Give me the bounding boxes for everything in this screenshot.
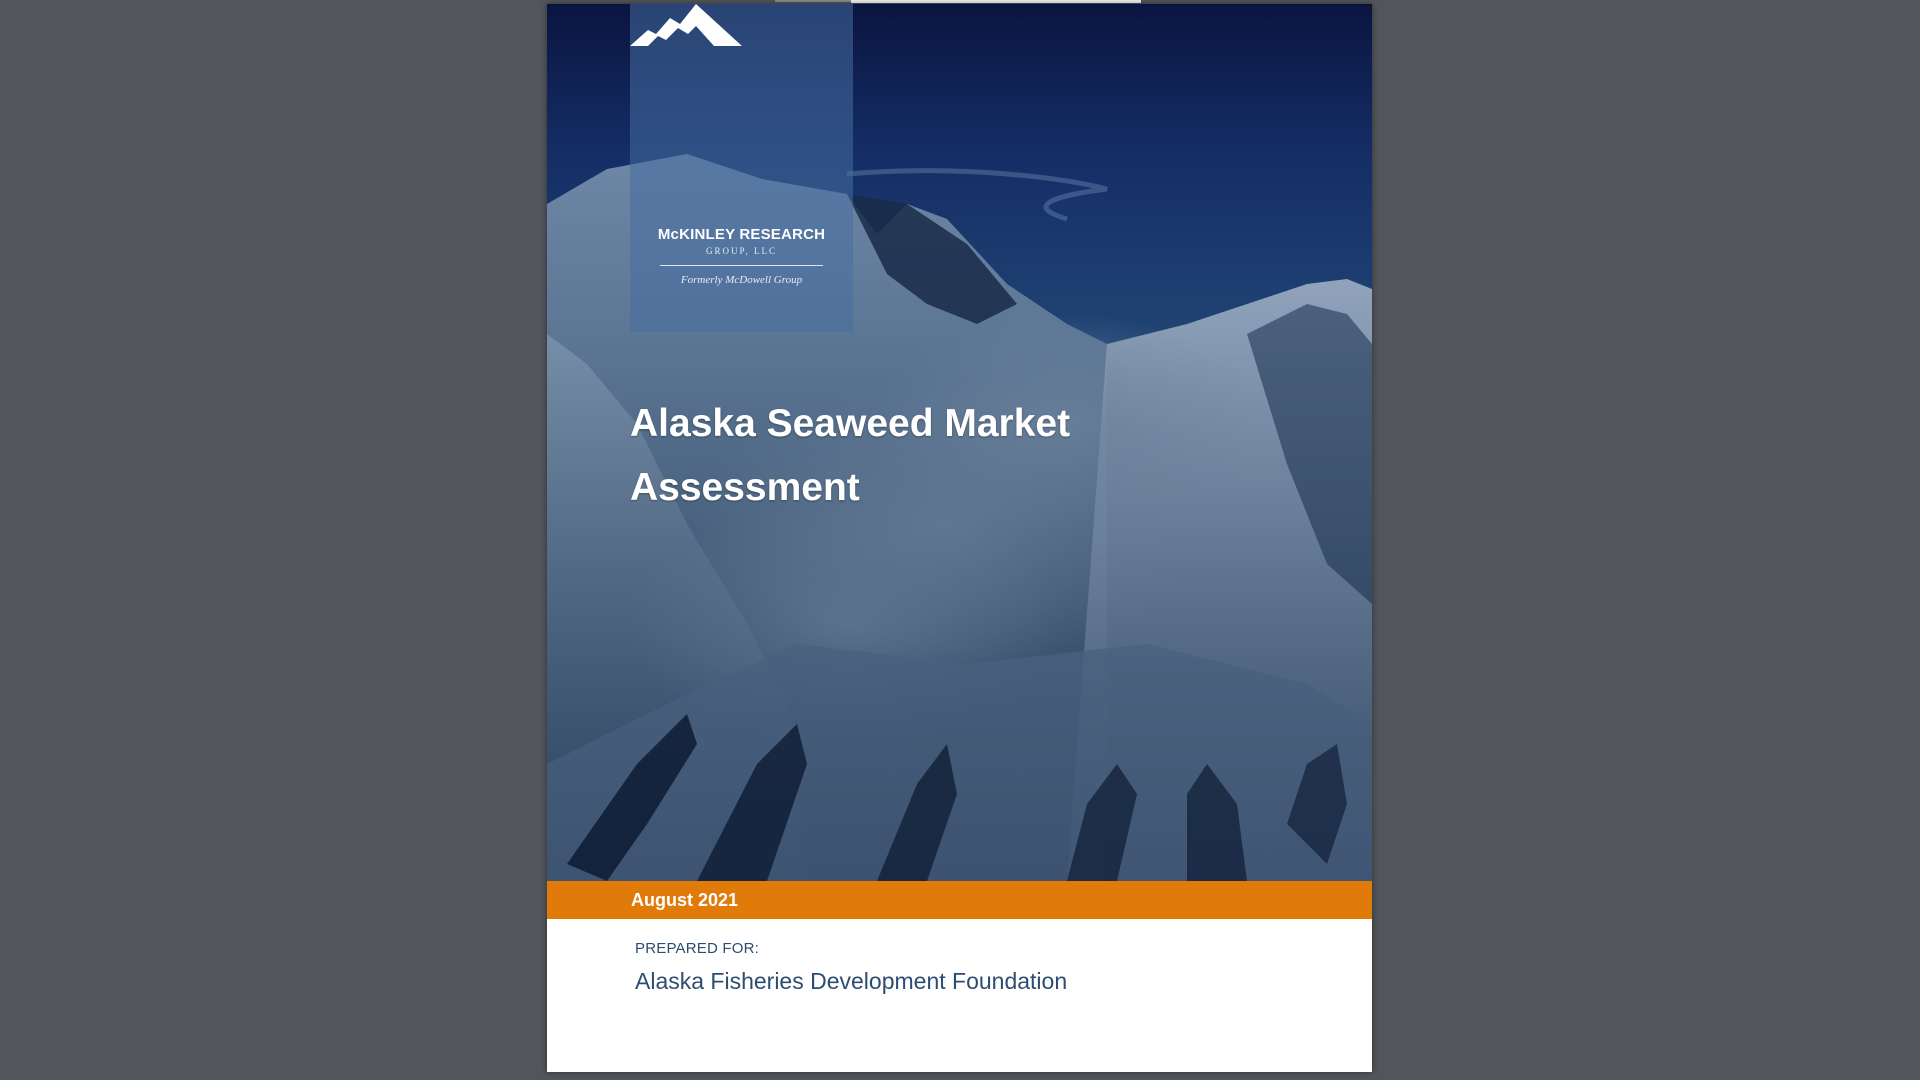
- cover-photo-mountain: McKINLEY RESEARCH GROUP, LLC Formerly Mc…: [547, 4, 1372, 881]
- date-bar: August 2021: [547, 881, 1372, 919]
- logo-company-subtitle: GROUP, LLC: [705, 246, 777, 256]
- document-page: McKINLEY RESEARCH GROUP, LLC Formerly Mc…: [547, 4, 1372, 1072]
- logo-panel: McKINLEY RESEARCH GROUP, LLC Formerly Mc…: [630, 4, 853, 332]
- prepared-for-organization: Alaska Fisheries Development Foundation: [635, 968, 1068, 994]
- prepared-for-label: PREPARED FOR:: [635, 940, 760, 957]
- mountain-logo-icon: [630, 4, 742, 46]
- report-title-line-1: Alaska Seaweed Market: [630, 402, 1071, 445]
- logo-company-name: McKINLEY RESEARCH: [657, 226, 826, 243]
- document-viewer: McKINLEY RESEARCH GROUP, LLC Formerly Mc…: [0, 0, 1920, 1080]
- scroll-track: [775, 0, 851, 2]
- scroll-thumb[interactable]: [851, 0, 1141, 3]
- report-title-line-2: Assessment: [630, 466, 860, 509]
- report-date: August 2021: [631, 890, 739, 910]
- report-title: Alaska Seaweed Market Assessment: [630, 392, 1190, 520]
- logo-formerly-text: Formerly McDowell Group: [680, 274, 803, 286]
- logo-divider: [660, 265, 823, 266]
